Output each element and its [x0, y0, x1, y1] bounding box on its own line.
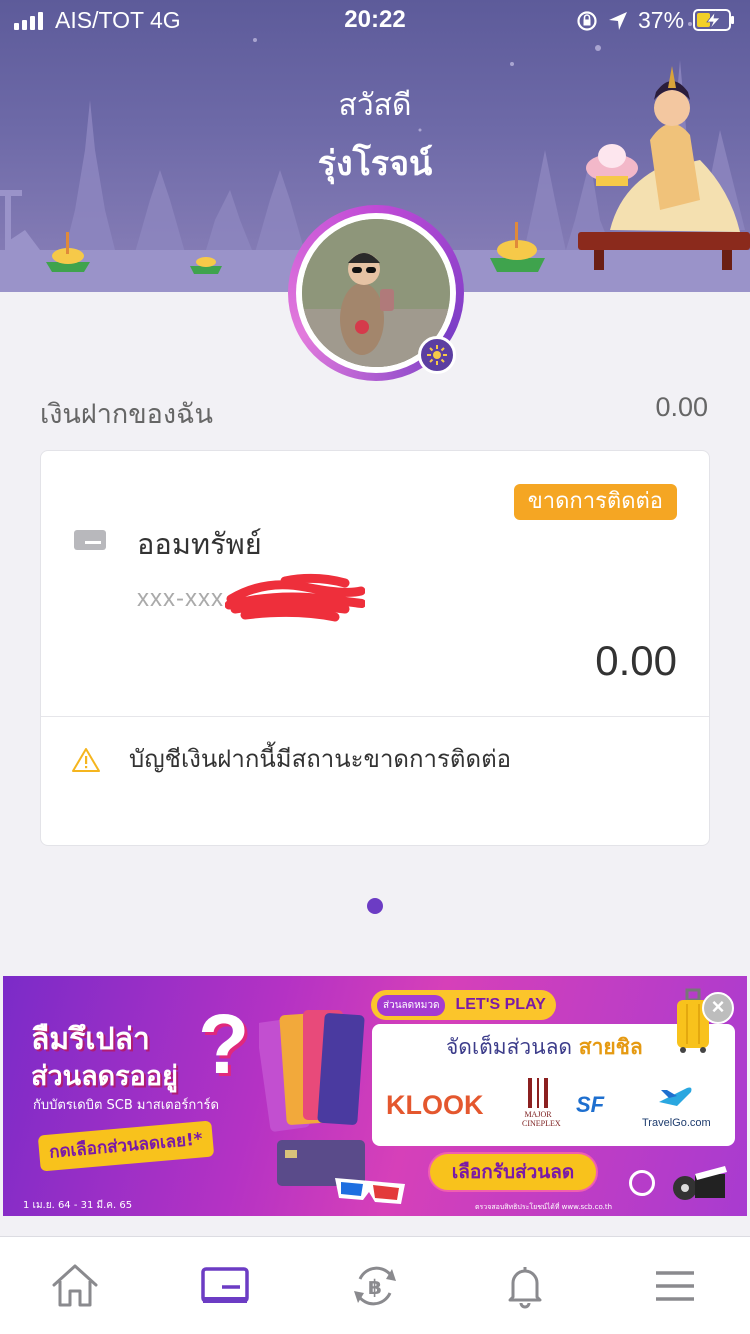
avatar-level-badge — [418, 336, 456, 374]
account-card[interactable]: ขาดการติดต่อ ออมทรัพย์ xxx-xxx 0.00 บัญช… — [40, 450, 710, 846]
sf-logo: SF — [576, 1092, 605, 1117]
banner-subtitle: กับบัตรเดบิต SCB มาสเตอร์การ์ด — [33, 1098, 219, 1113]
lets-play-label: LET'S PLAY — [455, 996, 546, 1013]
notification-bell-icon[interactable] — [500, 1263, 550, 1309]
deposits-total: 0.00 — [655, 392, 708, 422]
promo-banner[interactable]: ลืมรึเปล่า ส่วนลดรออยู่ ? กับบัตรเดบิต S… — [3, 976, 747, 1216]
account-type: ออมทรัพย์ — [137, 527, 262, 561]
svg-text:฿: ฿ — [368, 1275, 382, 1299]
status-badge: ขาดการติดต่อ — [513, 484, 677, 520]
bank-card-icon — [74, 530, 106, 550]
debit-cards-illustration — [259, 1010, 365, 1186]
menu-icon[interactable] — [650, 1263, 700, 1309]
film-clapper-icon — [673, 1166, 727, 1200]
bottom-tab-bar: ฿ — [0, 1236, 750, 1334]
banner-cta-button[interactable]: กดเลือกส่วนลดเลย!* — [37, 1120, 215, 1172]
carousel-page-indicator[interactable] — [367, 898, 383, 914]
deposits-section-label: เงินฝากของฉัน — [40, 399, 213, 430]
warning-message: บัญชีเงินฝากนี้มีสถานะขาดการติดต่อ — [129, 745, 512, 773]
battery-charging-icon — [693, 9, 734, 31]
get-discount-button[interactable]: เลือกรับส่วนลด — [428, 1152, 598, 1192]
rotation-lock-icon — [577, 11, 597, 31]
major-cineplex-logo: MAJOR CINEPLEX — [522, 1078, 561, 1128]
lets-play-tag: ส่วนลดหมวด LET'S PLAY — [371, 990, 556, 1020]
category-tag: ส่วนลดหมวด — [377, 994, 446, 1016]
partner-headline: จัดเต็มส่วนลด สายชิล — [446, 1035, 643, 1059]
account-number: xxx-xxx — [137, 585, 224, 612]
banner-fine-print: ตรวจสอบสิทธิประโยชน์ได้ที่ www.scb.co.th — [475, 1203, 613, 1211]
airplane-icon — [659, 1087, 692, 1106]
accounts-card-icon[interactable] — [200, 1263, 250, 1309]
status-bar: AIS/TOT 4G 20:22 37% — [0, 0, 750, 42]
sun-icon — [427, 345, 447, 365]
warning-icon — [72, 748, 100, 772]
battery-percentage: 37% — [638, 7, 685, 33]
headline-accent: สายชิล — [578, 1035, 643, 1059]
location-arrow-icon — [609, 12, 627, 30]
travelgo-logo: TravelGo.com — [642, 1084, 711, 1129]
banner-title-line2: ส่วนลดรออยู่ — [31, 1061, 178, 1092]
redaction-scribble — [225, 573, 365, 622]
banner-question-mark: ? — [198, 997, 250, 1091]
banner-close-button[interactable]: × — [702, 992, 734, 1024]
card-divider — [41, 716, 709, 717]
account-balance: 0.00 — [595, 637, 677, 684]
3d-glasses-icon — [335, 1178, 405, 1204]
decor-circle — [629, 1170, 655, 1196]
greeting-text: สวัสดี — [338, 88, 412, 123]
banner-date-range: 1 เม.ย. 64 - 31 มี.ค. 65 — [23, 1200, 133, 1211]
klook-logo: KLOOK — [386, 1090, 484, 1120]
transfer-bitcoin-icon[interactable]: ฿ — [350, 1263, 400, 1309]
home-icon[interactable] — [50, 1263, 100, 1309]
user-name: รุ่งโรจน์ — [317, 144, 433, 184]
